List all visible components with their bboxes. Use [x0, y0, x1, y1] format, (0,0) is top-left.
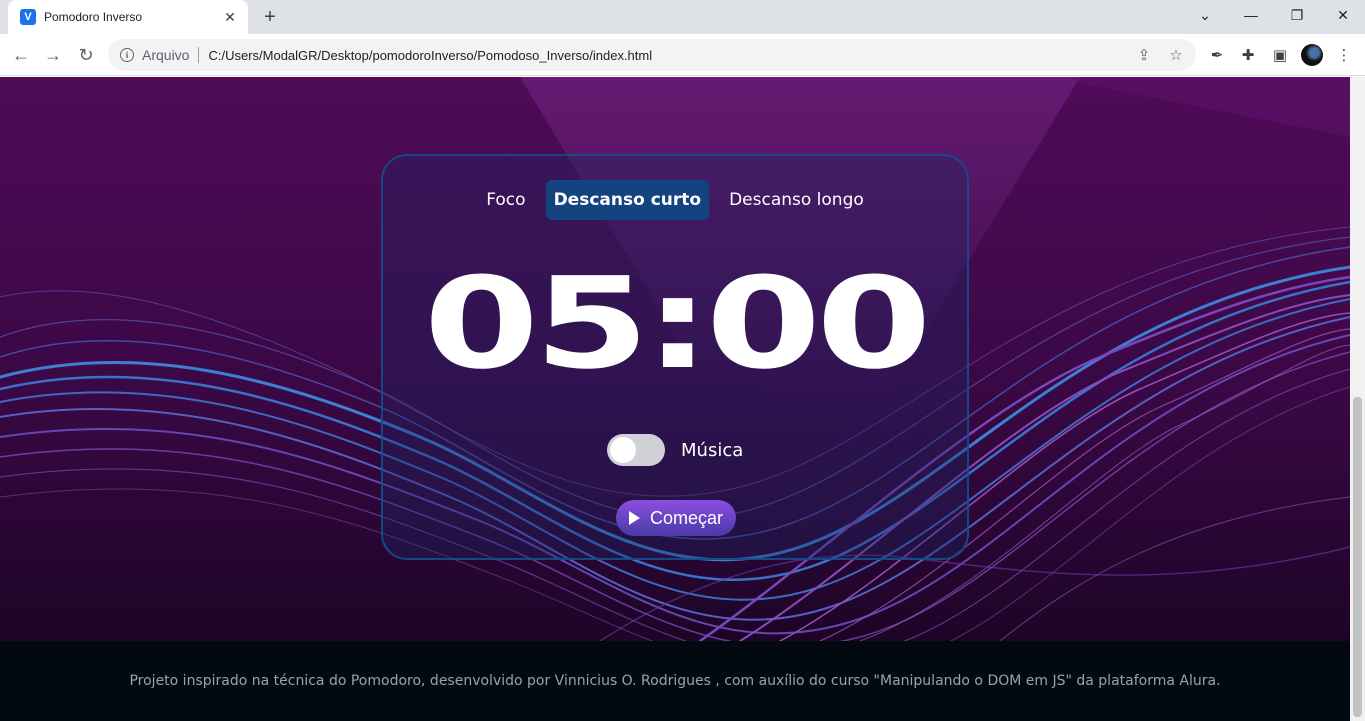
page-viewport: Foco Descanso curto Descanso longo 05:00… [0, 77, 1350, 721]
new-tab-button[interactable]: + [258, 5, 282, 29]
scrollbar-thumb[interactable] [1353, 397, 1362, 717]
menu-kebab-icon[interactable]: ⋮ [1331, 42, 1357, 68]
tab-strip: V Pomodoro Inverso ✕ + ⌄ — ❐ ✕ [0, 0, 1365, 34]
origin-label: Arquivo [142, 47, 190, 63]
close-window-button[interactable]: ✕ [1320, 0, 1365, 30]
reload-icon[interactable]: ↻ [73, 42, 99, 68]
favicon-icon: V [20, 9, 36, 25]
music-control: Música [607, 434, 743, 466]
forward-icon[interactable]: → [40, 42, 66, 68]
share-icon[interactable]: ⇪ [1130, 39, 1158, 71]
omnibox-divider [198, 47, 200, 63]
mode-tabs: Foco Descanso curto Descanso longo [383, 180, 967, 220]
info-icon[interactable]: i [120, 48, 134, 62]
hero-background: Foco Descanso curto Descanso longo 05:00… [0, 77, 1350, 641]
play-icon [628, 511, 640, 525]
page-scrollbar[interactable] [1350, 77, 1365, 721]
url-text[interactable]: C:/Users/ModalGR/Desktop/pomodoroInverso… [208, 48, 652, 63]
back-icon[interactable]: ← [8, 42, 34, 68]
start-button-label: Começar [649, 507, 724, 528]
address-bar[interactable]: i Arquivo C:/Users/ModalGR/Desktop/pomod… [108, 39, 1196, 71]
page-footer: Projeto inspirado na técnica do Pomodoro… [0, 641, 1350, 721]
tab-title: Pomodoro Inverso [44, 10, 143, 24]
timer-display: 05:00 [423, 250, 931, 397]
minimize-button[interactable]: — [1228, 0, 1274, 30]
profile-avatar[interactable] [1301, 44, 1323, 66]
bookmark-star-icon[interactable]: ☆ [1162, 39, 1190, 71]
start-button[interactable]: Começar [616, 500, 736, 536]
music-toggle[interactable] [607, 434, 665, 466]
music-label: Música [681, 439, 744, 461]
browser-toolbar: ← → ↻ i Arquivo C:/Users/ModalGR/Desktop… [0, 34, 1365, 76]
toggle-knob [610, 437, 636, 463]
close-tab-icon[interactable]: ✕ [222, 9, 238, 25]
tab-search-icon[interactable]: ⌄ [1182, 0, 1228, 30]
tab-descanso-longo[interactable]: Descanso longo [721, 180, 872, 220]
eyedropper-icon[interactable]: ✒ [1204, 42, 1230, 68]
restore-button[interactable]: ❐ [1274, 0, 1320, 30]
extensions-icon[interactable]: ✚ [1235, 42, 1261, 68]
side-panel-icon[interactable]: ▣ [1267, 42, 1293, 68]
tab-foco[interactable]: Foco [478, 180, 533, 220]
pomodoro-card: Foco Descanso curto Descanso longo 05:00… [381, 154, 969, 560]
footer-text: Projeto inspirado na técnica do Pomodoro… [129, 673, 1221, 689]
browser-tab[interactable]: V Pomodoro Inverso ✕ [8, 0, 248, 34]
tab-descanso-curto[interactable]: Descanso curto [545, 180, 710, 220]
